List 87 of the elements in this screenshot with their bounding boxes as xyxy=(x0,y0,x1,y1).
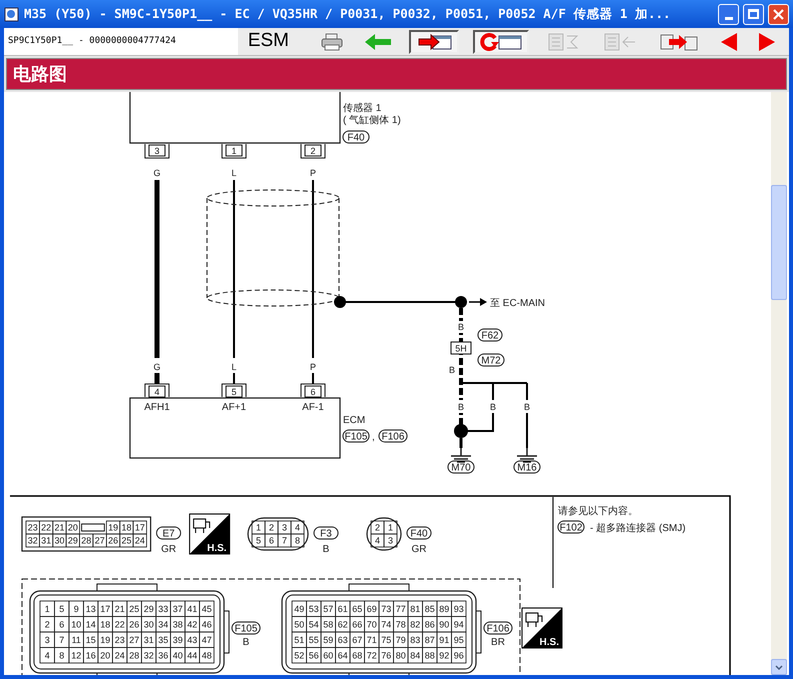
splice-dot xyxy=(334,296,346,308)
sensor-label: 传感器 1 xyxy=(343,103,382,114)
destination-label: 至 EC-MAIN xyxy=(490,298,545,309)
wire xyxy=(312,373,314,384)
connector-label: F106 xyxy=(378,430,408,442)
connector-face-drawing: 1 5 9 13 17 21 25 29 33 37 41 45 2 6 10 14 18 22 26 30 34 38 42 46 3 7 11 15 19 23 27 31 35 39 43 47 4 8 12 16 20 24 28 32 36 40 44 48 xyxy=(29,584,230,675)
connector-label: F62 xyxy=(478,328,502,342)
scrollbar[interactable] xyxy=(771,92,787,675)
left-arrow-icon xyxy=(365,34,391,50)
toolbar-button[interactable] xyxy=(473,30,529,54)
connector-pin: 1 xyxy=(222,144,246,158)
wire-color-label: B xyxy=(490,402,496,412)
maximize-button[interactable] xyxy=(743,4,764,24)
ground-symbol xyxy=(516,447,538,463)
connector-label: E7 xyxy=(156,526,182,540)
connector-label: M72 xyxy=(478,354,504,366)
esm-logo: ESM xyxy=(246,29,290,54)
terminal-label: AF+1 xyxy=(222,402,246,413)
wire-color-label: P xyxy=(310,168,316,178)
connector-color-label: B xyxy=(242,637,250,648)
scroll-down-button[interactable] xyxy=(771,659,787,675)
connector-pin: 4 xyxy=(144,384,170,398)
connector-face-drawing: 49 53 57 61 65 69 73 77 81 85 89 93 50 54 58 62 66 70 74 78 82 86 90 94 51 55 59 63 67 71 75 79 83 87 91 95 52 56 60 64 68 72 76 80 84 88 92 96 xyxy=(281,584,482,675)
wire xyxy=(154,373,160,384)
connector-color-label: BR xyxy=(491,637,505,648)
hs-badge: H.S. xyxy=(189,514,230,554)
wire-color-label: L xyxy=(232,168,236,178)
joint-connector: 5H xyxy=(450,342,472,354)
close-button[interactable] xyxy=(768,4,789,24)
wire-color-label: B xyxy=(448,365,455,375)
return-window-icon xyxy=(479,32,523,50)
connector-label: F40 xyxy=(406,526,432,540)
wire-color-label: G xyxy=(154,362,160,372)
wire-color-label: B xyxy=(524,402,530,412)
chevron-down-icon xyxy=(775,664,783,670)
terminal-label: AFH1 xyxy=(144,402,170,413)
arrow-icon xyxy=(469,298,487,306)
wire-color-label: P xyxy=(310,362,316,372)
note-title: 请参见以下内容。 xyxy=(558,506,638,517)
list-collapse-icon xyxy=(547,32,581,50)
scrollbar-thumb[interactable] xyxy=(771,185,787,300)
connector-label: M70 xyxy=(448,460,474,474)
connector-label: F105 xyxy=(232,622,260,634)
connector-label: F3 xyxy=(314,526,338,540)
hs-badge: H.S. xyxy=(522,608,562,648)
connector-face-drawing: 2 1 4 3 xyxy=(366,517,402,551)
left-triangle-icon xyxy=(721,32,737,50)
arrow-pages-icon xyxy=(659,32,699,50)
right-triangle-icon xyxy=(759,32,775,50)
connector-pin: 3 xyxy=(144,144,170,158)
connector-face-drawing: 1 2 3 4 5 6 7 8 xyxy=(247,517,309,551)
connector-label: F106 xyxy=(484,622,512,634)
connector-label: F102 xyxy=(558,520,584,534)
list-expand-icon xyxy=(603,32,637,50)
printer-icon xyxy=(321,32,343,50)
wire xyxy=(233,373,235,384)
wire-color-label: G xyxy=(154,168,160,178)
connector-color-label: GR xyxy=(412,544,426,555)
connector-pin: 5 xyxy=(222,384,246,398)
separator-text: , xyxy=(372,432,375,443)
wire-color-label: B xyxy=(458,402,464,412)
document-id: SP9C1Y50P1__ - 0000000004777424 xyxy=(7,34,177,48)
connector-color-label: B xyxy=(322,544,330,555)
connector-color-label: GR xyxy=(161,544,176,555)
ecm-label: ECM xyxy=(343,415,366,426)
note-text: - 超多路连接器 (SMJ) xyxy=(590,523,686,534)
wire-color-label: L xyxy=(232,362,236,372)
connector-label: F40 xyxy=(342,130,370,144)
minimize-button[interactable] xyxy=(718,4,739,24)
section-title: 电路图 xyxy=(13,62,67,86)
toolbar-button[interactable] xyxy=(409,30,459,54)
connector-pin: 2 xyxy=(300,144,326,158)
close-icon xyxy=(773,8,784,20)
window-title: M35 (Y50) - SM9C-1Y50P1__ - EC / VQ35HR / P0031, P0032, P0051, P0052 A/F 传感器 1 加... xyxy=(24,4,672,23)
sensor-label: ( 气缸侧体 1) xyxy=(343,115,401,126)
connector-face-drawing: 23 22 21 20 19 18 17 32 31 30 29 28 27 26 25 24 xyxy=(21,516,152,552)
minimize-icon xyxy=(724,16,732,20)
connector-pin: 6 xyxy=(300,384,326,398)
maximize-icon xyxy=(748,9,759,19)
connector-label: F105 xyxy=(342,430,370,442)
splice-dot xyxy=(454,424,468,438)
window-app-icon xyxy=(4,6,20,22)
wire-color-label: B xyxy=(458,322,464,332)
terminal-label: AF-1 xyxy=(302,402,324,413)
connector-label: M16 xyxy=(514,460,540,474)
ground-symbol xyxy=(450,447,472,463)
splice-dot xyxy=(455,296,467,308)
